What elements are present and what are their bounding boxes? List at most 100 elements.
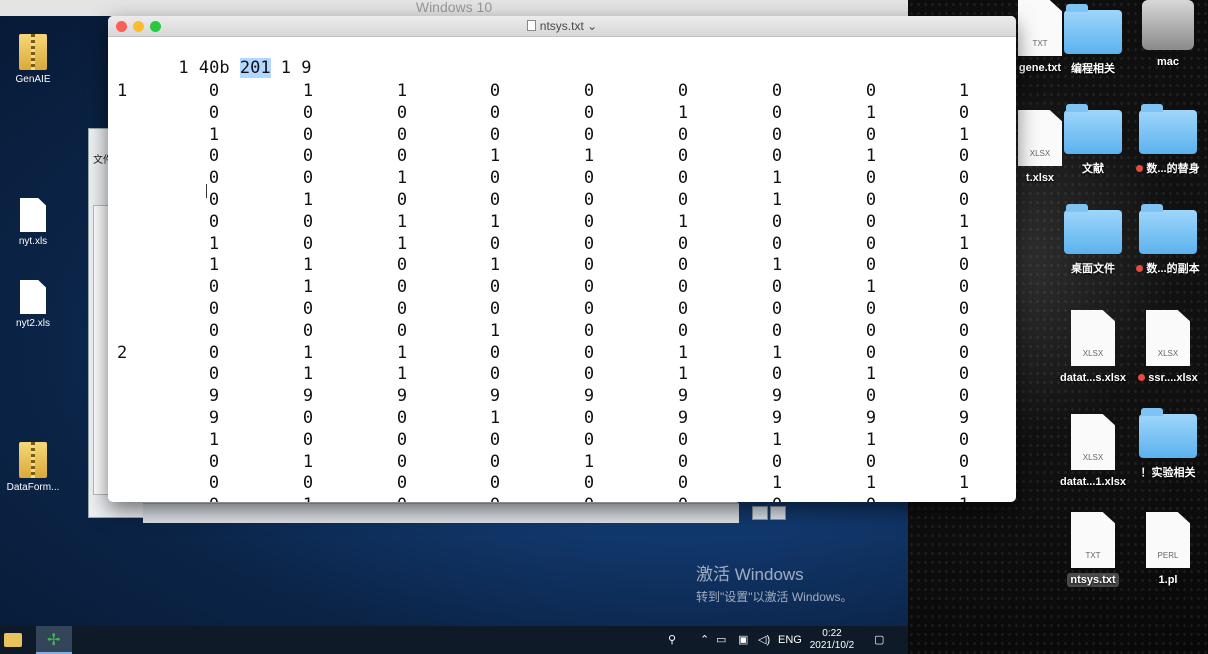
matrix-cell: 0 [958,102,970,123]
matrix-cell: 0 [208,190,220,210]
matrix-cell: 0 [958,255,970,276]
document-icon: PERL [1146,512,1190,568]
bg-window-panel [93,205,109,495]
matrix-cell: 0 [771,81,783,101]
matrix-cell: 1 [302,451,314,472]
matrix-cell: 0 [771,299,783,319]
matrix-cell: 0 [208,364,220,385]
matrix-cell: 0 [583,102,595,123]
mac-icon-label: 文献 [1082,163,1104,175]
matrix-cell: 0 [208,342,220,363]
file-explorer-icon[interactable] [4,633,22,647]
matrix-cell: 0 [489,429,501,450]
people-icon[interactable]: ⚲ [668,626,676,654]
mac-icon-label: ntsys.txt [1067,573,1119,587]
desktop-icon-label: nyt.xls [18,236,48,247]
notification-icon[interactable]: ▢ [874,626,884,654]
folder-icon [1064,4,1122,54]
mac-desktop-icon[interactable]: XLSX datat...s.xlsx [1055,310,1131,384]
taskbar-app-ntsys[interactable]: ✢ [36,626,72,654]
matrix-cell: 0 [208,102,220,123]
matrix-cell: 0 [396,408,408,428]
desktop-icon-dataform[interactable]: DataForm... [0,442,68,493]
mac-desktop-icon[interactable]: 编程相关 [1055,4,1131,76]
matrix-cell: 0 [208,473,220,494]
matrix-cell: 0 [865,342,877,363]
matrix-cell: 0 [489,102,501,123]
mac-desktop-icon[interactable]: PERL 1.pl [1130,512,1206,586]
matrix-cell: 0 [396,255,408,276]
matrix-cell: 0 [677,146,689,167]
matrix-cell: 1 [958,473,970,494]
matrix-cell: 9 [208,408,220,428]
matrix-cell: 1 [208,233,220,254]
matrix-cell: 1 [771,190,783,210]
mac-desktop-icon[interactable]: ！实验相关 [1130,408,1206,480]
mac-desktop-icon[interactable]: mac [1130,0,1206,68]
mac-desktop-icon[interactable]: 数...的副本 [1130,204,1206,276]
matrix-cell: 0 [302,299,314,319]
matrix-cell: 0 [489,233,501,254]
battery-icon[interactable]: ▭ [716,626,726,654]
zip-icon [19,442,47,478]
desktop-icon-genaie[interactable]: GenAIE [0,34,68,85]
mac-icon-label: 编程相关 [1071,63,1115,75]
editor-titlebar[interactable]: ntsys.txt ⌄ [108,16,1016,37]
editor-title[interactable]: ntsys.txt ⌄ [108,19,1016,33]
matrix-cell: 1 [958,211,970,232]
desktop-icon-nyt[interactable]: nyt.xls [0,198,68,247]
mac-icon-caption: 1.pl [1130,574,1206,586]
matrix-cell: 0 [677,124,689,145]
taskbar-clock[interactable]: 0:22 2021/10/2 [800,628,864,652]
matrix-cell: 0 [863,495,879,502]
matrix-cell: 0 [396,320,408,341]
desktop-icon-nyt2[interactable]: nyt2.xls [0,280,68,329]
mac-icon-caption: mac [1130,56,1206,68]
mac-desktop-icon[interactable]: 桌面文件 [1055,204,1131,276]
matrix-cell: 9 [677,408,689,428]
activate-title: 激活 Windows [696,565,804,584]
activate-windows-watermark: 激活 Windows 转到"设置"以激活 Windows。 [696,560,853,605]
selected-text: 201 [239,58,271,78]
mac-icon-label: datat...1.xlsx [1059,476,1127,488]
chevron-up-icon[interactable]: ⌃ [700,626,709,654]
mac-desktop-icon[interactable]: XLSX ssr....xlsx [1130,310,1206,384]
volume-icon[interactable]: ◁) [758,626,770,654]
matrix-cell: 0 [489,364,501,385]
matrix-cell: 0 [865,168,877,189]
matrix-cell: 0 [677,451,689,472]
language-indicator[interactable]: ENG [778,626,802,654]
matrix-cell: 0 [489,168,501,189]
chevron-down-icon[interactable]: ⌄ [584,19,597,33]
matrix-cell: 1 [865,277,877,298]
view-toggle-icon[interactable] [770,506,786,520]
matrix-cell: 0 [958,386,970,407]
mac-desktop-icon[interactable]: 数...的替身 [1130,104,1206,176]
matrix-cell: 0 [865,190,877,210]
matrix-cell: 0 [489,342,501,363]
matrix-cell: 0 [677,320,689,341]
matrix-cell: 0 [865,386,877,407]
network-icon[interactable]: ▣ [738,626,748,654]
header-text: 1 40b [178,58,240,78]
zip-icon [19,34,47,70]
mac-icon-label: t.xlsx [1025,172,1055,184]
matrix-cell: 0 [958,364,970,385]
bg-window-statusbar [143,503,739,523]
matrix-cell: 0 [958,277,970,298]
matrix-cell: 0 [583,364,595,385]
matrix-cell: 0 [677,190,689,210]
matrix-cell: 0 [958,342,970,363]
textedit-window[interactable]: ntsys.txt ⌄ 1 40b 201 1 9 10110000010000… [108,16,1016,502]
mac-desktop-icon[interactable]: TXT ntsys.txt [1055,512,1131,587]
matrix-cell: 1 [958,124,970,145]
file-type-badge: XLSX [1157,349,1179,358]
document-icon: TXT [1071,512,1115,568]
mac-desktop-icon[interactable]: 文献 [1055,104,1131,176]
matrix-cell: 0 [208,320,220,341]
matrix-cell: 0 [958,299,970,319]
matrix-cell: 0 [771,277,783,298]
mac-icon-caption: ssr....xlsx [1130,372,1206,384]
mac-desktop-icon[interactable]: XLSX datat...1.xlsx [1055,414,1131,488]
view-toggle-icon[interactable] [752,506,768,520]
